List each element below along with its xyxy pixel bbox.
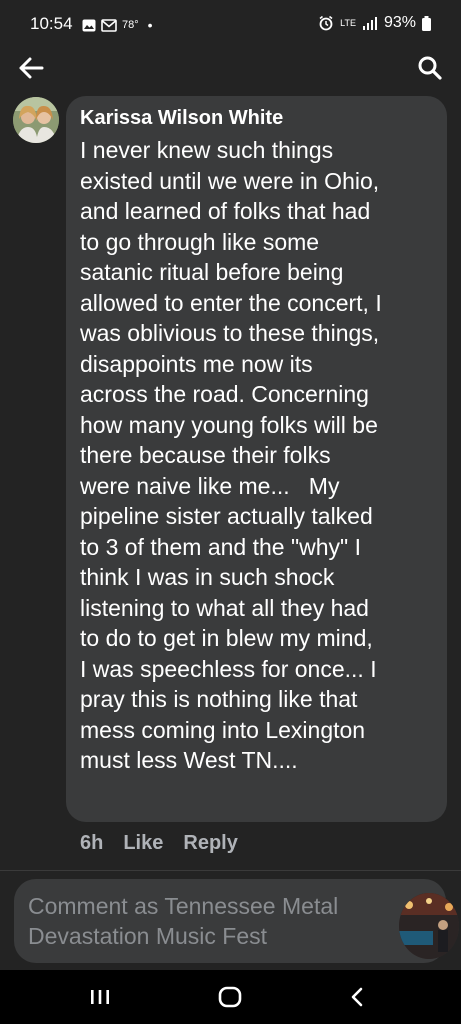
- commenter-avatar[interactable]: [13, 97, 59, 143]
- gallery-icon: [82, 19, 96, 31]
- back-nav-icon[interactable]: [344, 984, 372, 1010]
- signal-icon: [362, 17, 377, 30]
- comment-input-placeholder: Comment as Tennessee Metal Devastation M…: [28, 893, 339, 949]
- lte-icon: LTE: [340, 17, 356, 28]
- system-nav-bar: [0, 970, 461, 1024]
- mail-icon: [101, 18, 117, 32]
- comment-bubble[interactable]: Karissa Wilson White I never knew such t…: [66, 96, 447, 822]
- comment-time[interactable]: 6h: [80, 832, 103, 855]
- like-button[interactable]: Like: [123, 832, 163, 855]
- search-icon[interactable]: [417, 55, 443, 81]
- recent-apps-icon[interactable]: [86, 984, 114, 1010]
- comment-input[interactable]: Comment as Tennessee Metal Devastation M…: [14, 879, 446, 963]
- page-avatar[interactable]: [399, 893, 459, 959]
- battery-percent: 93%: [383, 14, 416, 31]
- system-icons: LTE 93%: [318, 14, 431, 32]
- home-icon[interactable]: [216, 984, 244, 1010]
- comment-text: I never knew such things existed until w…: [80, 137, 382, 773]
- comment-actions: 6h Like Reply: [80, 832, 238, 855]
- alarm-icon: [319, 15, 333, 31]
- status-time: 10:54: [30, 14, 73, 33]
- comment-author[interactable]: Karissa Wilson White: [80, 106, 433, 130]
- back-arrow-icon[interactable]: [16, 53, 46, 83]
- reply-button[interactable]: Reply: [183, 832, 237, 855]
- status-bar: 10:54 78° • LTE 93%: [0, 0, 461, 50]
- composer-divider: [0, 870, 461, 871]
- battery-icon: [422, 15, 431, 31]
- more-notifications-dot: •: [147, 17, 153, 33]
- weather-temp: 78°: [122, 19, 139, 31]
- notification-icons: 78° •: [82, 17, 153, 33]
